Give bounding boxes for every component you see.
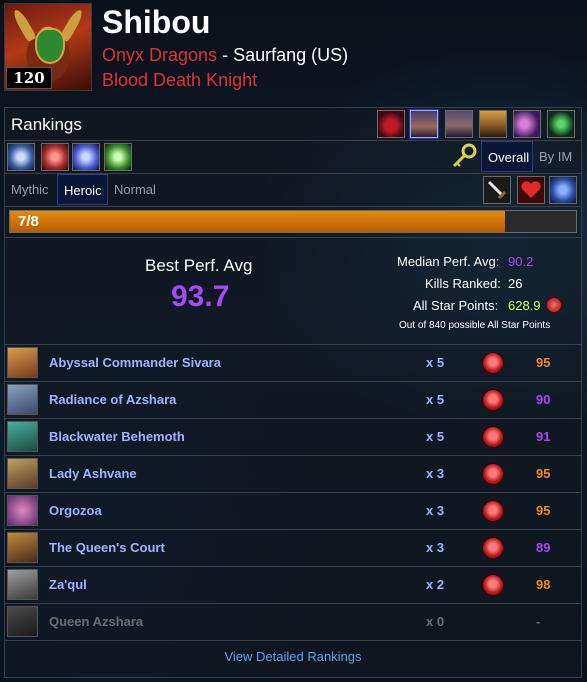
- view-detailed-rankings-link[interactable]: View Detailed Rankings: [5, 649, 581, 664]
- avatar-horn: [11, 7, 37, 43]
- boss-name[interactable]: Queen Azshara: [49, 614, 143, 629]
- best-perf-label: Best Perf. Avg: [145, 256, 253, 275]
- boss-score: 95: [536, 355, 551, 370]
- tab-overall[interactable]: Overall: [481, 141, 533, 172]
- difficulty-row: Mythic Heroic Normal: [5, 174, 581, 207]
- boss-portrait-icon: [7, 458, 38, 489]
- boss-name[interactable]: Orgozoa: [49, 503, 102, 518]
- crucible-of-storms-icon[interactable]: [445, 110, 473, 138]
- sword-icon[interactable]: [483, 176, 511, 204]
- key-icon[interactable]: [450, 143, 478, 171]
- star-note: Out of 840 possible All Star Points: [399, 320, 551, 331]
- dps-icon[interactable]: [7, 143, 35, 171]
- boss-name[interactable]: Za'qul: [49, 577, 87, 592]
- boss-score: 95: [536, 503, 551, 518]
- character-spec: Blood Death Knight: [102, 70, 258, 90]
- boss-kills: x 5: [426, 429, 445, 444]
- table-row[interactable]: Abyssal Commander Sivara x 5 95: [5, 345, 581, 382]
- boss-kills: x 2: [426, 577, 445, 592]
- boss-portrait-icon: [7, 569, 38, 600]
- table-row[interactable]: Lady Ashvane x 3 95: [5, 456, 581, 493]
- boss-kills: x 3: [426, 540, 445, 555]
- progress-fill: [10, 211, 506, 232]
- table-row[interactable]: The Queen's Court x 3 89: [5, 530, 581, 567]
- boss-name[interactable]: Abyssal Commander Sivara: [49, 355, 221, 370]
- skull-icon: [482, 574, 504, 596]
- boss-score: 98: [536, 577, 551, 592]
- star-label: All Star Points:: [413, 298, 499, 313]
- tank-icon[interactable]: [72, 143, 100, 171]
- rankings-title: Rankings: [11, 115, 82, 134]
- shield-icon[interactable]: [549, 176, 577, 204]
- rankings-header: Rankings: [5, 108, 581, 141]
- table-row[interactable]: Orgozoa x 3 95: [5, 493, 581, 530]
- boss-portrait-icon: [7, 495, 38, 526]
- uldir-icon[interactable]: [479, 110, 507, 138]
- median-label: Median Perf. Avg:: [397, 254, 500, 269]
- boss-kills: x 3: [426, 466, 445, 481]
- guild-realm-line: Onyx Dragons - Saurfang (US): [102, 45, 348, 66]
- best-perf-value: 93.7: [171, 280, 230, 313]
- boss-kills: x 3: [426, 503, 445, 518]
- skull-icon: [482, 463, 504, 485]
- progress-row: 7/8: [5, 207, 581, 238]
- skull-icon: [482, 352, 504, 374]
- avatar-face: [35, 28, 65, 64]
- boss-name[interactable]: The Queen's Court: [49, 540, 165, 555]
- boss-score: 95: [536, 466, 551, 481]
- median-value: 90.2: [508, 254, 534, 269]
- hps-icon[interactable]: [41, 143, 69, 171]
- table-row[interactable]: Za'qul x 2 98: [5, 567, 581, 604]
- character-level-badge: 120: [6, 67, 52, 89]
- boss-score: -: [536, 614, 541, 629]
- boss-portrait-icon: [7, 347, 38, 378]
- star-value: 628.9: [508, 298, 541, 313]
- all-star-icon: [546, 297, 562, 313]
- boss-score: 89: [536, 540, 551, 555]
- boss-dps-icon[interactable]: [104, 143, 132, 171]
- sepulcher-icon[interactable]: [547, 110, 575, 138]
- progress-bar: 7/8: [9, 210, 577, 233]
- realm-name[interactable]: Saurfang (US): [233, 45, 348, 65]
- character-avatar[interactable]: 120: [4, 3, 92, 91]
- boss-portrait-icon: [7, 384, 38, 415]
- boss-name[interactable]: Blackwater Behemoth: [49, 429, 185, 444]
- metric-row: Overall By IM: [5, 141, 581, 174]
- battle-of-dazaralor-icon[interactable]: [410, 110, 438, 138]
- boss-name[interactable]: Radiance of Azshara: [49, 392, 176, 407]
- table-row[interactable]: Blackwater Behemoth x 5 91: [5, 419, 581, 456]
- boss-portrait-icon: [7, 606, 38, 637]
- boss-name[interactable]: Lady Ashvane: [49, 466, 137, 481]
- eternal-palace-icon[interactable]: [377, 110, 405, 138]
- boss-kills: x 5: [426, 355, 445, 370]
- heart-icon[interactable]: [517, 176, 545, 204]
- tab-mythic[interactable]: Mythic: [5, 174, 57, 205]
- skull-icon: [482, 426, 504, 448]
- guild-separator: -: [217, 45, 234, 65]
- guild-link[interactable]: Onyx Dragons: [102, 45, 217, 65]
- kills-value: 26: [508, 276, 523, 291]
- boss-score: 91: [536, 429, 551, 444]
- tab-normal[interactable]: Normal: [108, 174, 162, 205]
- progress-label: 7/8: [18, 213, 39, 230]
- tab-heroic[interactable]: Heroic: [57, 174, 108, 205]
- boss-kills: x 0: [426, 614, 445, 629]
- summary-section: Best Perf. Avg 93.7 Median Perf. Avg: 90…: [5, 238, 581, 345]
- tab-by-ilvl[interactable]: By IM: [533, 141, 581, 172]
- skull-icon: [482, 537, 504, 559]
- table-row[interactable]: Radiance of Azshara x 5 90: [5, 382, 581, 419]
- table-row[interactable]: Queen Azshara x 0 -: [5, 604, 581, 641]
- rankings-panel: Rankings Overall By IM Mythic Heroic Nor…: [4, 107, 582, 678]
- boss-kills: x 5: [426, 392, 445, 407]
- kills-label: Kills Ranked:: [425, 276, 501, 291]
- character-header: 120 Shibou Onyx Dragons - Saurfang (US) …: [4, 3, 584, 93]
- skull-icon: [482, 500, 504, 522]
- boss-score: 90: [536, 392, 551, 407]
- character-name: Shibou: [102, 4, 211, 40]
- skull-icon: [482, 389, 504, 411]
- boss-portrait-icon: [7, 532, 38, 563]
- boss-portrait-icon: [7, 421, 38, 452]
- nyalotha-icon[interactable]: [513, 110, 541, 138]
